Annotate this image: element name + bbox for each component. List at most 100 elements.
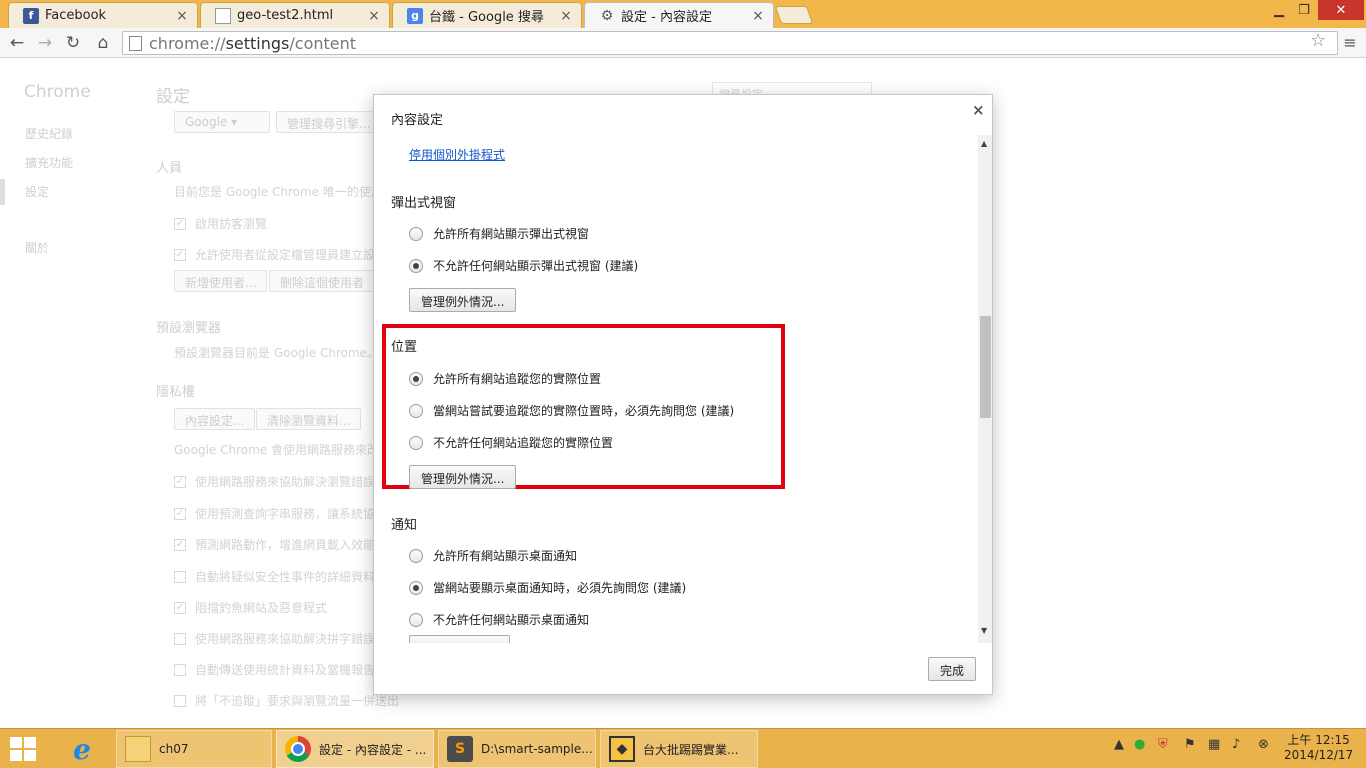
location-ask-radio[interactable]: 當網站嘗試要追蹤您的實際位置時，必須先詢問您 (建議) <box>409 402 734 419</box>
chrome-icon <box>285 736 311 762</box>
privacy-checkbox[interactable]: ✓ 阻擋釣魚網站及惡意程式 <box>174 599 327 616</box>
guest-browsing-checkbox[interactable]: ✓ 啟用訪客瀏覽 <box>174 215 267 232</box>
dialog-scroll-area[interactable]: 停用個別外掛程式 彈出式視窗 允許所有網站顯示彈出式視窗 不允許任何網站顯示彈出… <box>374 135 978 643</box>
default-browser-text: 預設瀏覽器目前是 Google Chrome。 <box>174 346 380 360</box>
done-button[interactable]: 完成 <box>928 657 977 681</box>
notifications-ask-radio[interactable]: 當網站要顯示桌面通知時，必須先詢問您 (建議) <box>409 579 686 596</box>
taskbar-item-chrome[interactable]: 設定 - 內容設定 - ... <box>276 730 434 768</box>
network-icon[interactable]: ▦ <box>1208 737 1220 752</box>
notifications-manage-exceptions-button[interactable] <box>409 635 510 643</box>
bbs-client-icon: ◆ <box>609 736 635 762</box>
content-settings-dialog: 內容設定 × 停用個別外掛程式 彈出式視窗 允許所有網站顯示彈出式視窗 不允許任… <box>373 94 993 695</box>
privacy-checkbox[interactable]: ✓ 使用網路服務來協助解決瀏覽錯誤 <box>174 473 375 490</box>
dialog-scrollbar[interactable]: ▲ ▼ <box>978 135 992 643</box>
people-heading: 人員 <box>156 161 183 176</box>
line-icon[interactable]: ● <box>1134 737 1145 752</box>
privacy-checkbox[interactable]: 將「不追蹤」要求與瀏覽流量一併送出 <box>174 692 399 709</box>
tab-facebook[interactable]: f Facebook × <box>8 2 198 28</box>
radio-selected-icon <box>409 371 423 386</box>
sidebar-item-settings[interactable]: 設定 <box>25 183 49 200</box>
search-engine-select[interactable]: Google ▾ <box>174 111 270 133</box>
back-arrow-icon[interactable]: ← <box>6 32 28 54</box>
home-icon[interactable]: ⌂ <box>92 32 114 54</box>
taskbar-item-folder[interactable]: ch07 <box>116 730 272 768</box>
sublime-text-icon: S <box>447 736 473 762</box>
notifications-heading: 通知 <box>391 518 418 533</box>
page-icon <box>129 35 142 51</box>
tab-geo-test[interactable]: geo-test2.html × <box>200 2 390 28</box>
windows-start-icon[interactable] <box>10 737 38 761</box>
clear-browsing-data-button[interactable]: 清除瀏覽資料... <box>256 408 362 430</box>
tab-close-icon[interactable]: × <box>559 8 573 24</box>
taskbar-item-label: ch07 <box>159 742 189 756</box>
close-icon[interactable]: × <box>972 101 985 119</box>
chrome-menu-icon[interactable]: ≡ <box>1342 33 1358 53</box>
sidebar-item-about[interactable]: 關於 <box>25 239 49 256</box>
google-favicon-icon: g <box>407 7 423 24</box>
dialog-title: 內容設定 <box>391 113 444 128</box>
security-icon[interactable]: ⛨ <box>1158 737 1168 752</box>
tab-google-search[interactable]: g 台鐵 - Google 搜尋 × <box>392 2 582 28</box>
disable-plugins-link[interactable]: 停用個別外掛程式 <box>409 146 505 163</box>
popups-heading: 彈出式視窗 <box>391 196 457 211</box>
internet-explorer-icon[interactable]: e <box>62 731 102 767</box>
minimize-icon[interactable]: ▁ <box>1266 0 1292 20</box>
tab-settings[interactable]: ⚙ 設定 - 內容設定 × <box>584 2 774 28</box>
flag-icon[interactable]: ⚑ <box>1184 737 1196 752</box>
tab-title: 設定 - 內容設定 <box>621 10 712 25</box>
sidebar-item-history[interactable]: 歷史紀錄 <box>25 125 73 142</box>
forward-arrow-icon[interactable]: → <box>34 32 56 54</box>
tab-close-icon[interactable]: × <box>751 8 765 24</box>
bookmark-star-icon[interactable]: ☆ <box>1310 30 1326 51</box>
notifications-allow-radio[interactable]: 允許所有網站顯示桌面通知 <box>409 547 577 564</box>
maximize-icon[interactable]: ❐ <box>1292 0 1316 20</box>
scrollbar-thumb[interactable] <box>980 316 991 418</box>
radio-selected-icon <box>409 580 423 595</box>
tab-close-icon[interactable]: × <box>367 8 381 24</box>
taskbar-item-label: D:\smart-sample... <box>481 742 593 756</box>
location-block-radio[interactable]: 不允許任何網站追蹤您的實際位置 <box>409 434 613 451</box>
remove-user-button[interactable]: 刪除這個使用者 <box>269 270 376 292</box>
popups-block-radio[interactable]: 不允許任何網站顯示彈出式視窗 (建議) <box>409 257 638 274</box>
clock-date: 2014/12/17 <box>1284 748 1354 762</box>
privacy-checkbox[interactable]: ✓ 預測網路動作，增進網頁載入效能 <box>174 536 375 553</box>
radio-icon <box>409 435 423 450</box>
system-clock[interactable]: 上午 12:15 2014/12/17 <box>1284 733 1353 763</box>
add-user-button[interactable]: 新增使用者... <box>174 270 268 292</box>
radio-icon <box>409 226 423 241</box>
taskbar-item-pcman[interactable]: ◆ 台大批踢踢實業... <box>600 730 758 768</box>
content-settings-button[interactable]: 內容設定... <box>174 408 256 430</box>
tab-title: geo-test2.html <box>237 8 334 23</box>
document-favicon-icon <box>215 7 231 24</box>
scroll-down-arrow-icon[interactable]: ▼ <box>981 626 987 635</box>
notifications-block-radio[interactable]: 不允許任何網站顯示桌面通知 <box>409 611 589 628</box>
location-allow-radio[interactable]: 允許所有網站追蹤您的實際位置 <box>409 370 601 387</box>
show-hidden-icons-icon[interactable]: ▲ <box>1114 737 1124 752</box>
facebook-favicon-icon: f <box>23 7 39 24</box>
tab-close-icon[interactable]: × <box>175 8 189 24</box>
privacy-heading: 隱私權 <box>156 385 196 400</box>
default-browser-heading: 預設瀏覽器 <box>156 321 222 336</box>
page-title: 設定 <box>156 87 190 107</box>
manage-search-engines-button[interactable]: 管理搜尋引擎... <box>276 111 382 133</box>
popups-allow-radio[interactable]: 允許所有網站顯示彈出式視窗 <box>409 225 589 242</box>
tab-title: 台鐵 - Google 搜尋 <box>429 10 544 25</box>
notification-off-icon[interactable]: ⊗ <box>1258 737 1269 752</box>
popups-manage-exceptions-button[interactable]: 管理例外情況... <box>409 288 517 312</box>
reload-icon[interactable]: ↻ <box>62 32 84 54</box>
privacy-checkbox[interactable]: 自動將疑似安全性事件的詳細資料 <box>174 568 375 585</box>
privacy-checkbox[interactable]: ✓ 使用預測查詢字串服務，讓系統協 <box>174 505 375 522</box>
sidebar-item-extensions[interactable]: 擴充功能 <box>25 154 73 171</box>
new-tab-button[interactable] <box>774 6 814 24</box>
privacy-checkbox[interactable]: 自動傳送使用統計資料及當機報告 <box>174 661 375 678</box>
taskbar-item-sublime[interactable]: S D:\smart-sample... <box>438 730 596 768</box>
radio-icon <box>409 403 423 418</box>
privacy-checkbox[interactable]: 使用網路服務來協助解決拼字錯誤 <box>174 630 375 647</box>
scroll-up-arrow-icon[interactable]: ▲ <box>981 139 987 148</box>
volume-icon[interactable]: ♪ <box>1232 737 1240 752</box>
location-manage-exceptions-button[interactable]: 管理例外情況... <box>409 465 517 489</box>
window-close-icon[interactable]: ✕ <box>1318 0 1364 20</box>
address-url: chrome://settings/content <box>149 33 357 53</box>
address-bar[interactable]: chrome://settings/content <box>122 31 1338 55</box>
allow-create-user-checkbox[interactable]: ✓ 允許使用者從設定檔管理員建立設 <box>174 246 375 263</box>
